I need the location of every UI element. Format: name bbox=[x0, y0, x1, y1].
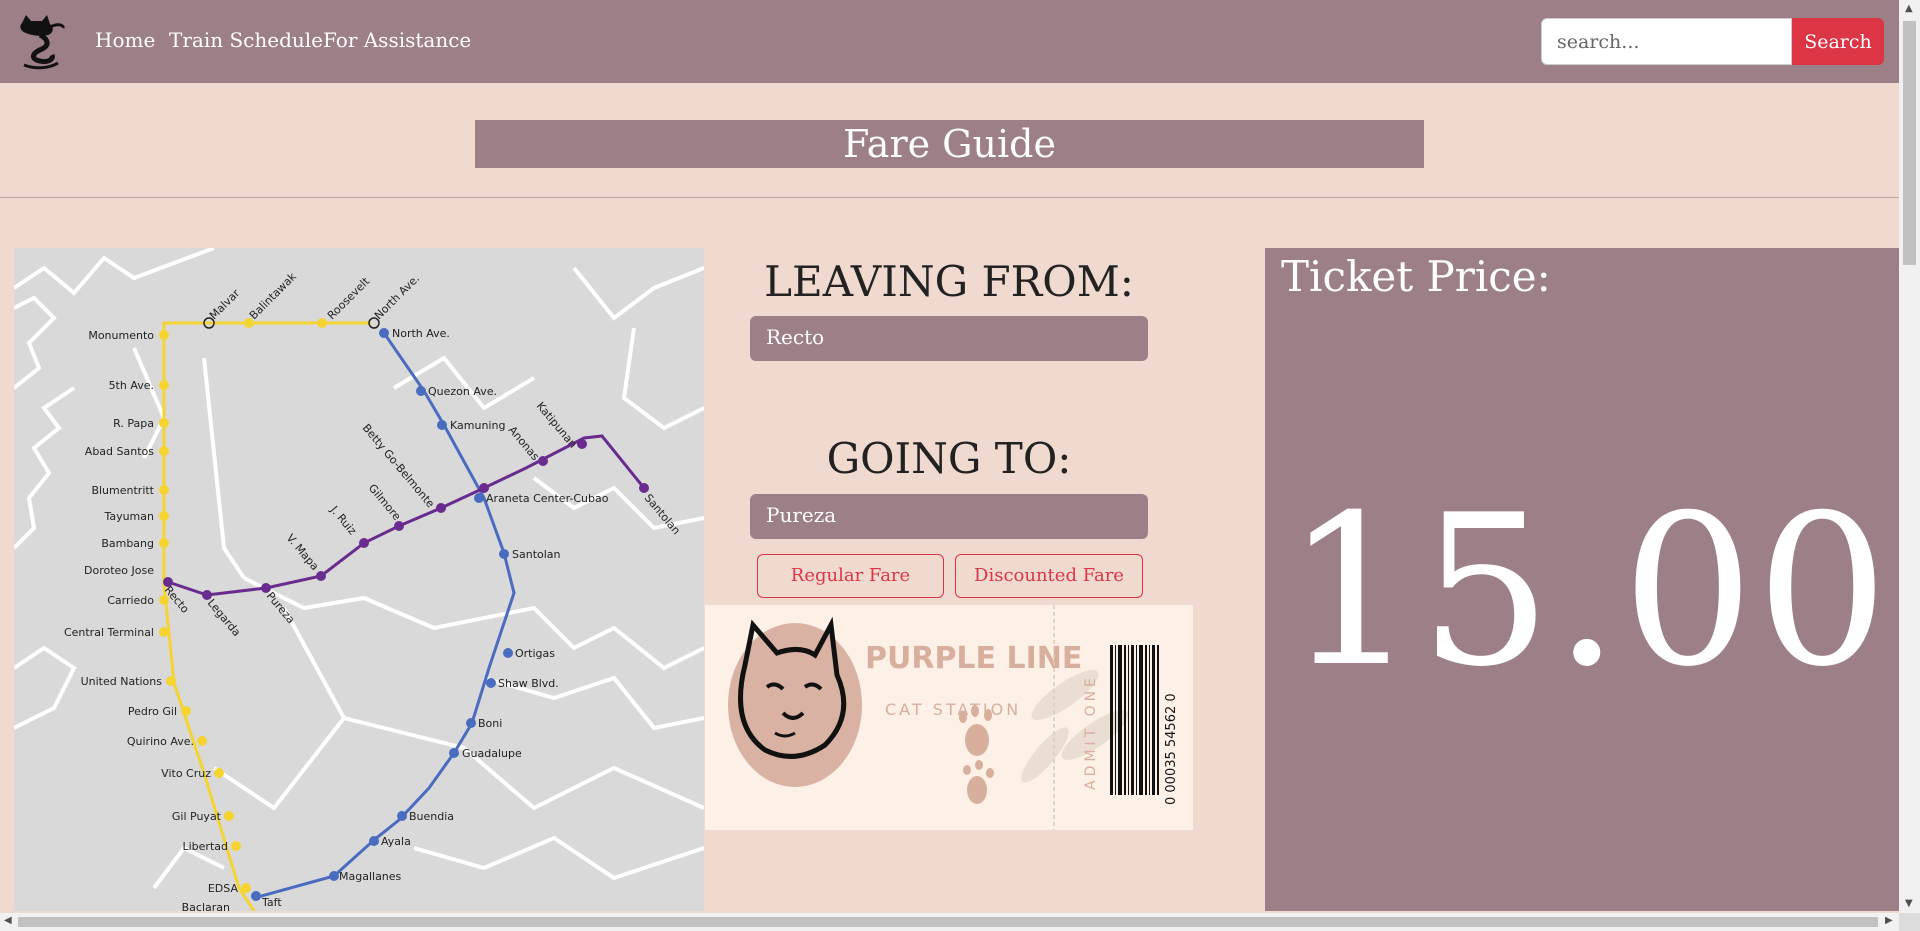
svg-text:EDSA: EDSA bbox=[208, 882, 239, 895]
svg-text:Bambang: Bambang bbox=[101, 537, 154, 550]
going-select[interactable]: Pureza bbox=[750, 494, 1148, 539]
cat-logo-icon[interactable] bbox=[14, 13, 68, 71]
svg-text:North Ave.: North Ave. bbox=[392, 327, 450, 340]
svg-text:CAT STATION: CAT STATION bbox=[885, 700, 1021, 719]
svg-text:Ayala: Ayala bbox=[381, 835, 411, 848]
svg-text:Libertad: Libertad bbox=[183, 840, 229, 853]
ticket-price-value: 15.00 bbox=[1285, 471, 1891, 713]
scroll-down-icon[interactable]: ▼ bbox=[1905, 898, 1913, 909]
nav-home[interactable]: Home bbox=[95, 28, 155, 52]
svg-text:Tayuman: Tayuman bbox=[103, 510, 154, 523]
scroll-right-icon[interactable]: ▶ bbox=[1885, 915, 1893, 926]
regular-fare-button[interactable]: Regular Fare bbox=[757, 554, 944, 598]
svg-text:Quirino Ave.: Quirino Ave. bbox=[127, 735, 194, 748]
svg-text:0 00035 54562 0: 0 00035 54562 0 bbox=[1164, 693, 1179, 805]
search-button[interactable]: Search bbox=[1792, 18, 1884, 65]
svg-text:ADMIT ONE: ADMIT ONE bbox=[1083, 674, 1099, 790]
svg-text:Shaw Blvd.: Shaw Blvd. bbox=[498, 677, 559, 690]
svg-text:Blumentritt: Blumentritt bbox=[91, 484, 154, 497]
svg-text:Abad Santos: Abad Santos bbox=[85, 445, 154, 458]
svg-text:R. Papa: R. Papa bbox=[113, 417, 154, 430]
vertical-scroll-thumb[interactable] bbox=[1903, 21, 1916, 265]
divider bbox=[0, 197, 1899, 198]
svg-text:Santolan: Santolan bbox=[512, 548, 561, 561]
rail-map-svg: Monumento 5th Ave. R. Papa Abad Santos B… bbox=[14, 248, 704, 911]
svg-text:Magallanes: Magallanes bbox=[339, 870, 402, 883]
svg-text:Taft: Taft bbox=[261, 896, 282, 909]
leaving-label: LEAVING FROM: bbox=[764, 257, 1134, 306]
page-title: Fare Guide bbox=[475, 120, 1424, 168]
svg-text:PURPLE LINE: PURPLE LINE bbox=[865, 641, 1082, 676]
svg-text:Pedro Gil: Pedro Gil bbox=[128, 705, 177, 718]
leaving-select[interactable]: Recto bbox=[750, 316, 1148, 361]
going-label: GOING TO: bbox=[826, 434, 1072, 483]
scroll-up-icon[interactable]: ▲ bbox=[1905, 3, 1913, 14]
svg-text:Boni: Boni bbox=[478, 717, 502, 730]
svg-text:Monumento: Monumento bbox=[88, 329, 154, 342]
horizontal-scrollbar[interactable]: ◀ ▶ bbox=[0, 913, 1899, 931]
nav-for-assistance[interactable]: For Assistance bbox=[323, 28, 471, 52]
svg-text:Guadalupe: Guadalupe bbox=[462, 747, 522, 760]
scroll-left-icon[interactable]: ◀ bbox=[4, 915, 12, 926]
ticket-price-panel: Ticket Price: 15.00 bbox=[1265, 248, 1899, 911]
horizontal-scroll-thumb[interactable] bbox=[18, 917, 1878, 927]
navbar: Home Train Schedule For Assistance Searc… bbox=[0, 0, 1899, 83]
rail-map: Monumento 5th Ave. R. Papa Abad Santos B… bbox=[14, 248, 704, 911]
scrollbar-corner bbox=[1899, 913, 1920, 931]
svg-text:Vito Cruz: Vito Cruz bbox=[161, 767, 211, 780]
svg-text:Ortigas: Ortigas bbox=[515, 647, 555, 660]
svg-text:Doroteo Jose: Doroteo Jose bbox=[84, 564, 154, 577]
svg-text:United Nations: United Nations bbox=[81, 675, 163, 688]
discounted-fare-button[interactable]: Discounted Fare bbox=[955, 554, 1143, 598]
svg-text:Carriedo: Carriedo bbox=[107, 594, 154, 607]
ticket-price-label: Ticket Price: bbox=[1281, 252, 1551, 301]
svg-text:Araneta Center-Cubao: Araneta Center-Cubao bbox=[486, 492, 609, 505]
svg-text:Kamuning: Kamuning bbox=[450, 419, 505, 432]
svg-text:Central Terminal: Central Terminal bbox=[64, 626, 154, 639]
svg-text:Gil Puyat: Gil Puyat bbox=[172, 810, 222, 823]
svg-text:Quezon Ave.: Quezon Ave. bbox=[428, 385, 497, 398]
svg-text:Buendia: Buendia bbox=[409, 810, 454, 823]
nav-train-schedule[interactable]: Train Schedule bbox=[169, 28, 323, 52]
search-input[interactable] bbox=[1541, 18, 1792, 65]
svg-text:5th Ave.: 5th Ave. bbox=[109, 379, 154, 392]
vertical-scrollbar[interactable]: ▲ ▼ bbox=[1899, 0, 1920, 913]
svg-text:Baclaran: Baclaran bbox=[182, 901, 230, 911]
ticket-image: PURPLE LINE CAT STATION ADMIT ONE 0 0003… bbox=[705, 605, 1193, 830]
